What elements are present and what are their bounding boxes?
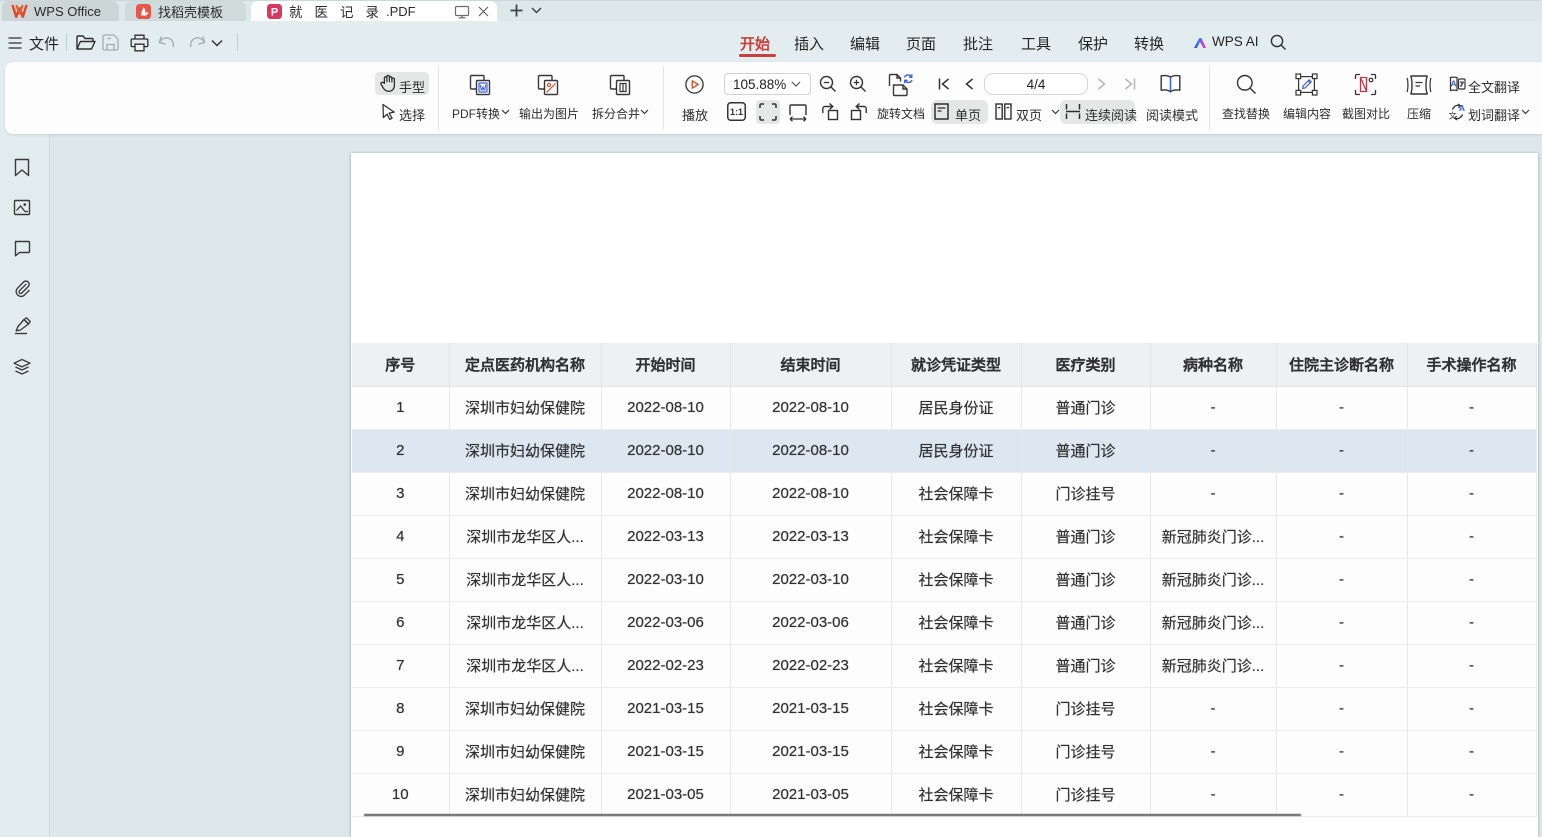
svg-text:1:1: 1:1 <box>730 107 743 117</box>
svg-text:文: 文 <box>1449 111 1457 121</box>
svg-text:P: P <box>271 6 278 18</box>
svg-text:A: A <box>1451 79 1457 89</box>
svg-text:A: A <box>1459 103 1465 113</box>
